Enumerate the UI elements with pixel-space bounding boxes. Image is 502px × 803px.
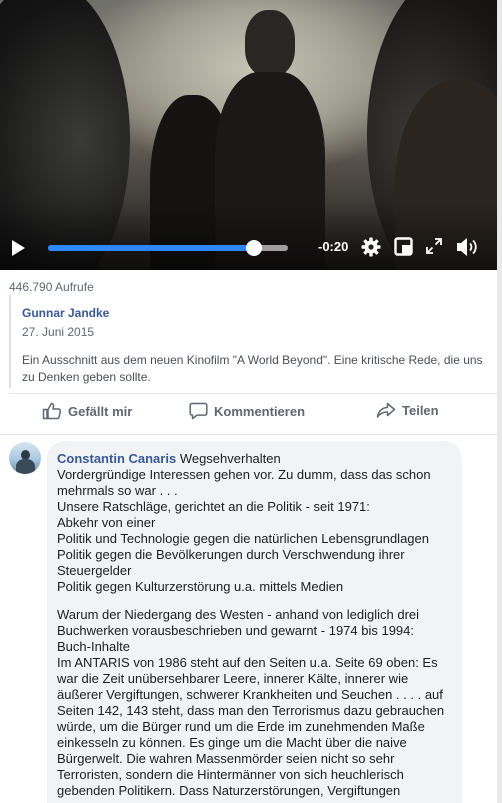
- progress-bar[interactable]: [48, 240, 288, 256]
- scrollbar[interactable]: [497, 0, 502, 803]
- video-player[interactable]: -0:20: [0, 0, 497, 270]
- time-remaining: -0:20: [318, 239, 349, 254]
- comment-line: Politik gegen die Bevölkerungen durch Ve…: [57, 547, 405, 562]
- comment-line: Im ANTARIS von 1986 steht auf den Seiten…: [57, 655, 438, 670]
- comment-line: Terroristen, sondern die Hintermänner vo…: [57, 767, 404, 782]
- post-description: Ein Ausschnitt aus dem neuen Kinofilm "A…: [22, 353, 483, 384]
- comment-line: Politik und Technologie gegen die natürl…: [57, 531, 429, 546]
- post-author[interactable]: Gunnar Jandke: [22, 306, 497, 320]
- comment-line: mehrmals so war . . .: [57, 483, 178, 498]
- share-button-label: Teilen: [402, 403, 439, 418]
- avatar[interactable]: [9, 442, 41, 474]
- comment-line: würde, um die Bürger rund um die Erde im…: [57, 719, 425, 734]
- comment-line: Vordergründige Interessen gehen vor. Zu …: [57, 467, 431, 482]
- comment-line: Abkehr von einer: [57, 515, 156, 530]
- post-date[interactable]: 27. Juni 2015: [22, 325, 497, 339]
- comment-line: war die Zeit unübersehbarer Leere, inner…: [57, 671, 409, 686]
- share-arrow-icon: [376, 402, 396, 418]
- comment-line: einkesseln zu können. Es ginge um die Ma…: [57, 735, 407, 750]
- comment-line: Politik gegen Kulturzerstörung u.a. mitt…: [57, 579, 344, 594]
- comment-line: Seiten 142, 143 steht, dass man den Terr…: [57, 703, 445, 718]
- volume-icon[interactable]: [455, 236, 479, 263]
- gear-icon[interactable]: [361, 237, 381, 262]
- post-info: Gunnar Jandke 27. Juni 2015 Ein Ausschni…: [9, 295, 497, 388]
- comment-author[interactable]: Constantin Canaris: [57, 451, 176, 466]
- comment-title: Wegsehverhalten: [179, 451, 281, 466]
- comment-line: Warum der Niedergang des Westen - anhand…: [57, 607, 420, 622]
- share-button[interactable]: Teilen: [376, 402, 439, 419]
- video-controls: -0:20: [0, 232, 497, 262]
- comment-text: Vordergründige Interessen gehen vor. Zu …: [57, 467, 452, 799]
- comment-line: äußerer Vergiftungen, schwerer Krankheit…: [57, 687, 443, 702]
- view-count: 446.790 Aufrufe: [9, 280, 94, 294]
- comment-button[interactable]: Kommentieren: [189, 402, 305, 420]
- speech-bubble-icon: [189, 402, 208, 420]
- comment-line: Steuergelder: [57, 563, 132, 578]
- pip-icon[interactable]: [394, 237, 413, 261]
- comment-header: Constantin Canaris Wegsehverhalten: [57, 451, 452, 467]
- comment-line: gebenden Politikern. Dass Naturzerstörun…: [57, 783, 401, 798]
- comment-line: Unsere Ratschläge, gerichtet an die Poli…: [57, 499, 370, 514]
- play-icon[interactable]: [12, 240, 25, 256]
- comment-bubble: Constantin Canaris Wegsehverhalten Vorde…: [47, 441, 462, 803]
- progress-fill: [48, 245, 255, 251]
- thumbs-up-icon: [42, 402, 62, 420]
- fullscreen-icon[interactable]: [426, 238, 442, 259]
- progress-handle[interactable]: [246, 240, 263, 256]
- comment-paragraph-gap: [57, 595, 452, 607]
- comment-line: Bürgerwelt. Die wahren Massenmörder seie…: [57, 751, 395, 766]
- comment-line: Buchwerken vorausbeschrieben und gewarnt…: [57, 623, 415, 638]
- divider: [9, 393, 497, 394]
- comment-line: Buch-Inhalte: [57, 639, 130, 654]
- divider: [0, 434, 497, 435]
- comment-button-label: Kommentieren: [214, 403, 306, 419]
- action-bar: Gefällt mir Kommentieren Teilen: [0, 398, 497, 430]
- like-button-label: Gefällt mir: [68, 403, 133, 419]
- like-button[interactable]: Gefällt mir: [42, 402, 132, 420]
